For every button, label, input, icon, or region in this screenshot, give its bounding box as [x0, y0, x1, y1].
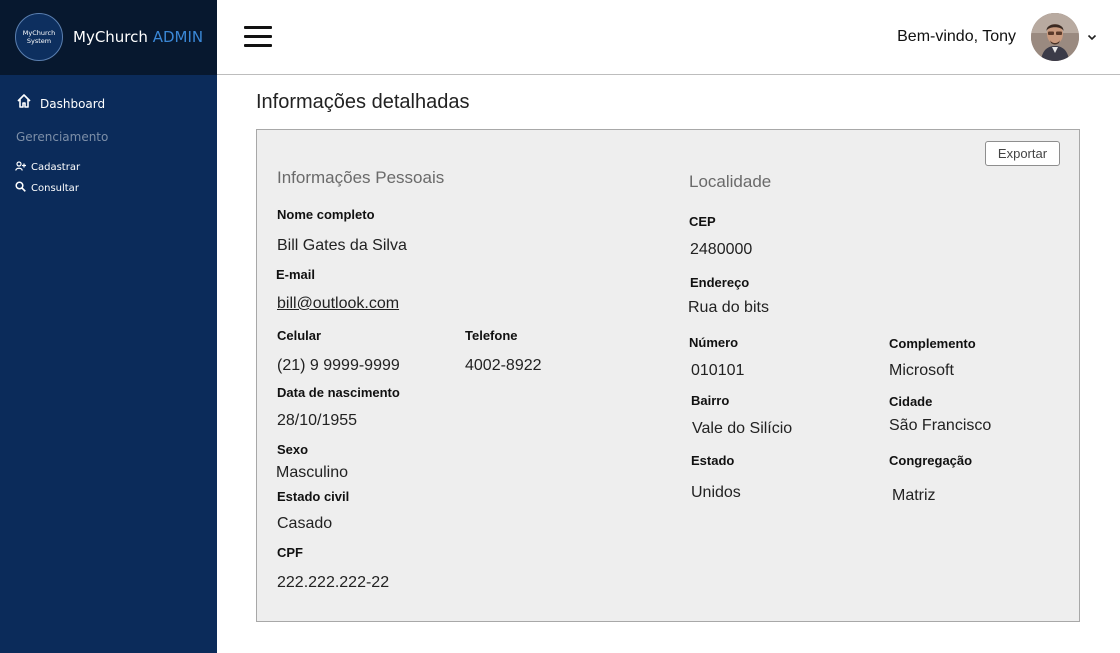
complement-label: Complemento [889, 336, 976, 351]
sidebar-item-label: Cadastrar [31, 161, 81, 173]
search-icon [15, 179, 26, 197]
marital-status-label: Estado civil [277, 489, 350, 504]
city-value: São Francisco [889, 417, 992, 434]
complement-value: Microsoft [889, 362, 954, 379]
state-label: Estado [691, 453, 735, 468]
marital-status-value: Casado [277, 515, 333, 532]
logo-line-2: System [26, 37, 52, 45]
brand-name-main: MyChurch [73, 28, 148, 46]
export-button[interactable]: Exportar [985, 141, 1060, 166]
sidebar-section-title: Gerenciamento [16, 130, 109, 144]
number-label: Número [689, 335, 739, 350]
sidebar-item-dashboard[interactable]: Dashboard [16, 93, 105, 114]
chevron-down-icon[interactable] [1086, 30, 1098, 42]
cpf-value: 222.222.222-22 [277, 574, 390, 591]
top-header: Bem-vindo, Tony [217, 0, 1120, 75]
district-value: Vale do Silício [692, 420, 793, 437]
home-icon [16, 93, 32, 114]
state-value: Unidos [691, 484, 741, 501]
mobile-value: (21) 9 9999-9999 [277, 357, 400, 374]
sex-label: Sexo [277, 442, 309, 457]
email-label: E-mail [276, 267, 316, 282]
email-link[interactable]: bill@outlook.com [277, 295, 399, 313]
address-value: Rua do bits [688, 299, 769, 316]
cep-label: CEP [689, 214, 716, 229]
avatar[interactable] [1031, 13, 1079, 61]
congregation-value: Matriz [892, 487, 936, 504]
brand-name: MyChurch ADMIN [73, 28, 203, 46]
sidebar-item-consultar[interactable]: Consultar [15, 179, 79, 197]
location-section-title: Localidade [689, 172, 772, 191]
logo-line-1: MyChurch [22, 29, 56, 37]
sex-value: Masculino [276, 464, 349, 481]
menu-icon[interactable] [244, 26, 272, 48]
cpf-label: CPF [277, 545, 303, 560]
welcome-text: Bem-vindo, Tony [897, 28, 1016, 45]
sidebar-item-label: Consultar [31, 182, 79, 194]
cep-value: 2480000 [690, 241, 753, 258]
add-user-icon [15, 158, 26, 176]
phone-value: 4002-8922 [465, 357, 542, 374]
birth-date-value: 28/10/1955 [277, 412, 358, 429]
phone-label: Telefone [465, 328, 518, 343]
page-title: Informações detalhadas [256, 91, 470, 113]
congregation-label: Congregação [889, 453, 973, 468]
personal-section-title: Informações Pessoais [277, 168, 445, 187]
city-label: Cidade [889, 394, 933, 409]
mobile-label: Celular [277, 328, 322, 343]
brand-logo[interactable]: MyChurch System [15, 13, 63, 61]
brand-bar: MyChurch System MyChurch ADMIN [0, 0, 217, 75]
details-panel: Exportar Informações Pessoais Nome compl… [256, 129, 1080, 622]
address-label: Endereço [690, 275, 750, 290]
sidebar-item-cadastrar[interactable]: Cadastrar [15, 158, 80, 176]
sidebar: MyChurch System MyChurch ADMIN Dashboard… [0, 0, 217, 653]
birth-date-label: Data de nascimento [277, 385, 400, 400]
full-name-label: Nome completo [277, 207, 375, 222]
full-name-value: Bill Gates da Silva [277, 237, 407, 254]
sidebar-item-label: Dashboard [40, 96, 106, 111]
brand-name-suffix: ADMIN [152, 28, 204, 46]
number-value: 010101 [691, 362, 745, 379]
district-label: Bairro [691, 393, 730, 408]
